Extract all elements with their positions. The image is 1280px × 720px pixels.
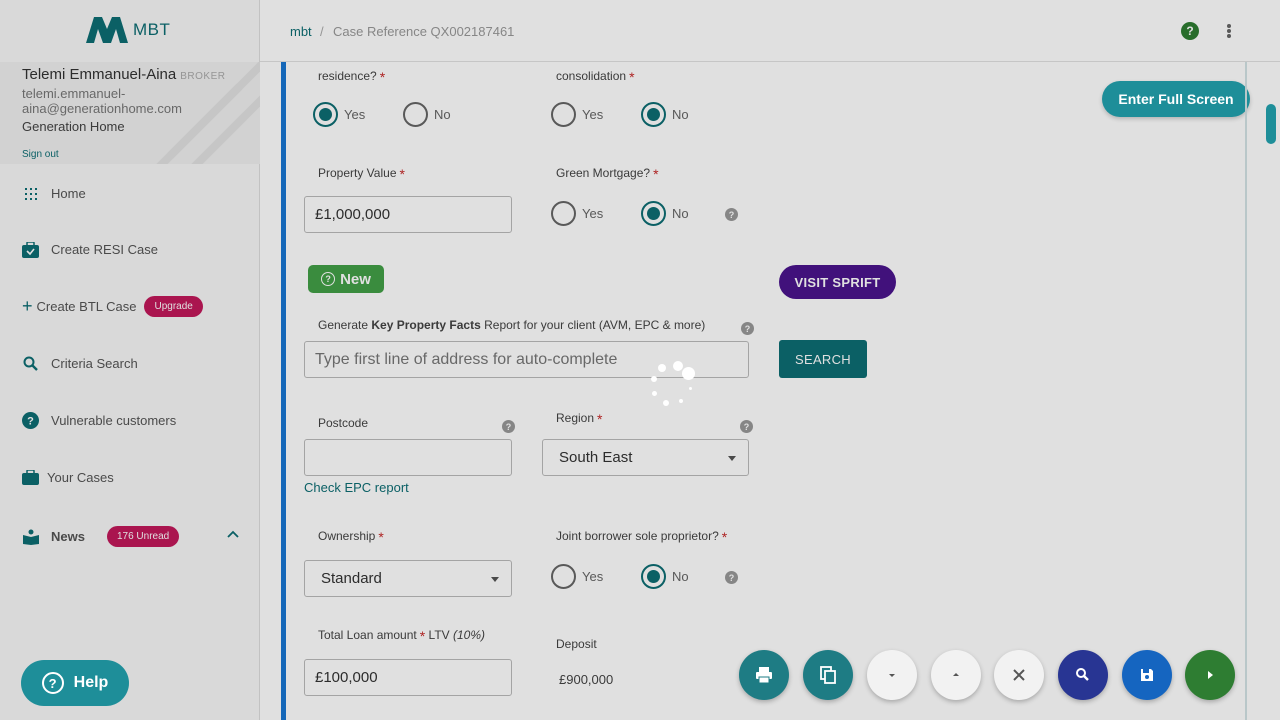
submit-button[interactable] [1185,650,1235,700]
help-button[interactable]: ? Help [21,660,129,706]
help-circle-icon: ? [41,672,64,694]
close-icon [1013,669,1025,681]
chevron-down-icon [889,674,895,677]
save-button[interactable] [1122,650,1172,700]
copy-icon [820,666,836,684]
search-fab-button[interactable] [1058,650,1108,700]
print-icon [756,667,772,684]
chevron-up-icon [953,673,959,676]
loading-spinner-icon [646,360,698,412]
copy-button[interactable] [803,650,853,700]
scrollbar-thumb[interactable] [1266,104,1276,144]
collapse-button[interactable] [867,650,917,700]
print-button[interactable] [739,650,789,700]
save-icon [1141,669,1153,681]
expand-button[interactable] [931,650,981,700]
scrollbar-track [1245,62,1247,720]
close-button[interactable] [994,650,1044,700]
search-icon [1076,668,1089,681]
play-icon [1208,671,1213,679]
enter-full-screen-button[interactable]: Enter Full Screen [1102,81,1250,117]
loading-overlay [0,0,1280,720]
